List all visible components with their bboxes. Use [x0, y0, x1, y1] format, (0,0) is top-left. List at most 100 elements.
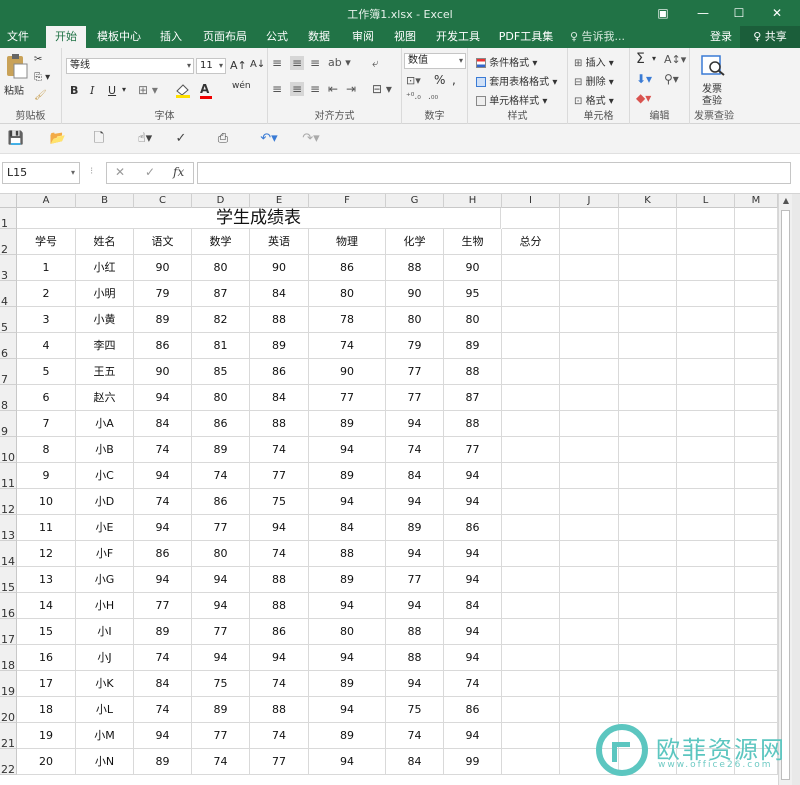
- merge-center-icon[interactable]: ⊟ ▾: [372, 82, 392, 96]
- cell[interactable]: [560, 229, 619, 255]
- cell[interactable]: [735, 411, 778, 437]
- cell[interactable]: [735, 255, 778, 281]
- data-cell[interactable]: 小N: [76, 749, 134, 775]
- cell[interactable]: [560, 619, 619, 645]
- row-header-3[interactable]: 3: [0, 255, 17, 282]
- cell[interactable]: [735, 697, 778, 723]
- data-cell[interactable]: 82: [192, 307, 250, 333]
- cell[interactable]: [677, 229, 735, 255]
- row-header-17[interactable]: 17: [0, 619, 17, 646]
- cell[interactable]: [560, 333, 619, 359]
- redo-icon[interactable]: ↷▾: [296, 131, 326, 147]
- orientation-icon[interactable]: ab ▾: [328, 56, 351, 69]
- column-header-c[interactable]: C: [134, 194, 192, 208]
- tab-insert[interactable]: 插入: [152, 26, 190, 48]
- fill-color-icon[interactable]: [174, 82, 196, 101]
- data-cell[interactable]: 6: [17, 385, 76, 411]
- cell[interactable]: [735, 463, 778, 489]
- column-header-m[interactable]: M: [735, 194, 778, 208]
- data-cell[interactable]: 88: [309, 541, 386, 567]
- row-header-22[interactable]: 22: [0, 749, 17, 776]
- data-cell[interactable]: 88: [250, 593, 309, 619]
- header-cell[interactable]: 姓名: [76, 229, 134, 255]
- data-cell[interactable]: 94: [250, 645, 309, 671]
- cell[interactable]: [677, 567, 735, 593]
- data-cell[interactable]: 74: [250, 671, 309, 697]
- cell[interactable]: [502, 359, 560, 385]
- font-color-icon[interactable]: A: [200, 82, 212, 99]
- paste-label[interactable]: 粘贴: [4, 82, 24, 97]
- data-cell[interactable]: 89: [309, 567, 386, 593]
- data-cell[interactable]: 88: [444, 359, 502, 385]
- column-header-a[interactable]: A: [17, 194, 76, 208]
- grow-font-button[interactable]: A↑: [230, 59, 247, 72]
- data-cell[interactable]: 74: [386, 437, 444, 463]
- header-cell[interactable]: 化学: [386, 229, 444, 255]
- data-cell[interactable]: 77: [192, 515, 250, 541]
- find-select-icon[interactable]: ⚲▾: [664, 72, 679, 86]
- cell[interactable]: [619, 411, 677, 437]
- data-cell[interactable]: 89: [134, 749, 192, 775]
- data-cell[interactable]: 7: [17, 411, 76, 437]
- data-cell[interactable]: 84: [386, 463, 444, 489]
- data-cell[interactable]: 94: [309, 437, 386, 463]
- data-cell[interactable]: 20: [17, 749, 76, 775]
- top-align-icon[interactable]: ≡: [272, 56, 282, 70]
- data-cell[interactable]: 88: [386, 645, 444, 671]
- cancel-entry-button[interactable]: ✕: [115, 165, 125, 179]
- sort-filter-icon[interactable]: A↕▾: [664, 53, 686, 66]
- data-cell[interactable]: 小E: [76, 515, 134, 541]
- scroll-up-arrow-icon[interactable]: ▲: [779, 194, 793, 208]
- insert-function-button[interactable]: fx: [173, 165, 184, 179]
- row-header-15[interactable]: 15: [0, 567, 17, 594]
- cell[interactable]: [735, 567, 778, 593]
- share-button[interactable]: ♀ 共享: [740, 26, 800, 48]
- data-cell[interactable]: 94: [134, 515, 192, 541]
- data-cell[interactable]: 77: [250, 463, 309, 489]
- tab-developer[interactable]: 开发工具: [430, 26, 486, 48]
- cell[interactable]: [560, 281, 619, 307]
- tab-data[interactable]: 数据: [300, 26, 338, 48]
- cell[interactable]: [735, 489, 778, 515]
- data-cell[interactable]: 13: [17, 567, 76, 593]
- data-cell[interactable]: 77: [386, 567, 444, 593]
- cell[interactable]: [677, 645, 735, 671]
- increase-indent-icon[interactable]: ⇥: [346, 82, 356, 96]
- cut-icon[interactable]: ✂: [34, 54, 42, 65]
- data-cell[interactable]: 小G: [76, 567, 134, 593]
- tab-templates[interactable]: 模板中心: [92, 26, 146, 48]
- data-cell[interactable]: 74: [250, 437, 309, 463]
- data-cell[interactable]: 89: [309, 723, 386, 749]
- column-header-l[interactable]: L: [677, 194, 735, 208]
- cell[interactable]: [677, 593, 735, 619]
- data-cell[interactable]: 5: [17, 359, 76, 385]
- fill-icon[interactable]: ⬇▾: [636, 72, 652, 86]
- copy-icon[interactable]: ⎘ ▾: [34, 72, 50, 83]
- row-header-18[interactable]: 18: [0, 645, 17, 672]
- data-cell[interactable]: 74: [134, 645, 192, 671]
- data-cell[interactable]: 94: [309, 489, 386, 515]
- data-cell[interactable]: 89: [309, 671, 386, 697]
- data-cell[interactable]: 89: [386, 515, 444, 541]
- data-cell[interactable]: 小H: [76, 593, 134, 619]
- data-cell[interactable]: 74: [386, 723, 444, 749]
- cell[interactable]: [677, 359, 735, 385]
- middle-align-icon[interactable]: ≡: [290, 56, 305, 70]
- data-cell[interactable]: 75: [192, 671, 250, 697]
- ribbon-display-options-button[interactable]: ▣: [652, 4, 674, 22]
- cell[interactable]: [619, 385, 677, 411]
- cell[interactable]: [502, 645, 560, 671]
- data-cell[interactable]: 74: [309, 333, 386, 359]
- cell-styles-button[interactable]: 单元格样式 ▾: [476, 92, 547, 107]
- header-cell[interactable]: 生物: [444, 229, 502, 255]
- data-cell[interactable]: 12: [17, 541, 76, 567]
- cell[interactable]: [619, 671, 677, 697]
- data-cell[interactable]: 80: [386, 307, 444, 333]
- tab-home[interactable]: 开始: [46, 26, 86, 48]
- data-cell[interactable]: 88: [250, 567, 309, 593]
- data-cell[interactable]: 86: [250, 619, 309, 645]
- cell[interactable]: [677, 281, 735, 307]
- column-header-h[interactable]: H: [444, 194, 502, 208]
- row-header-6[interactable]: 6: [0, 333, 17, 360]
- data-cell[interactable]: 94: [192, 645, 250, 671]
